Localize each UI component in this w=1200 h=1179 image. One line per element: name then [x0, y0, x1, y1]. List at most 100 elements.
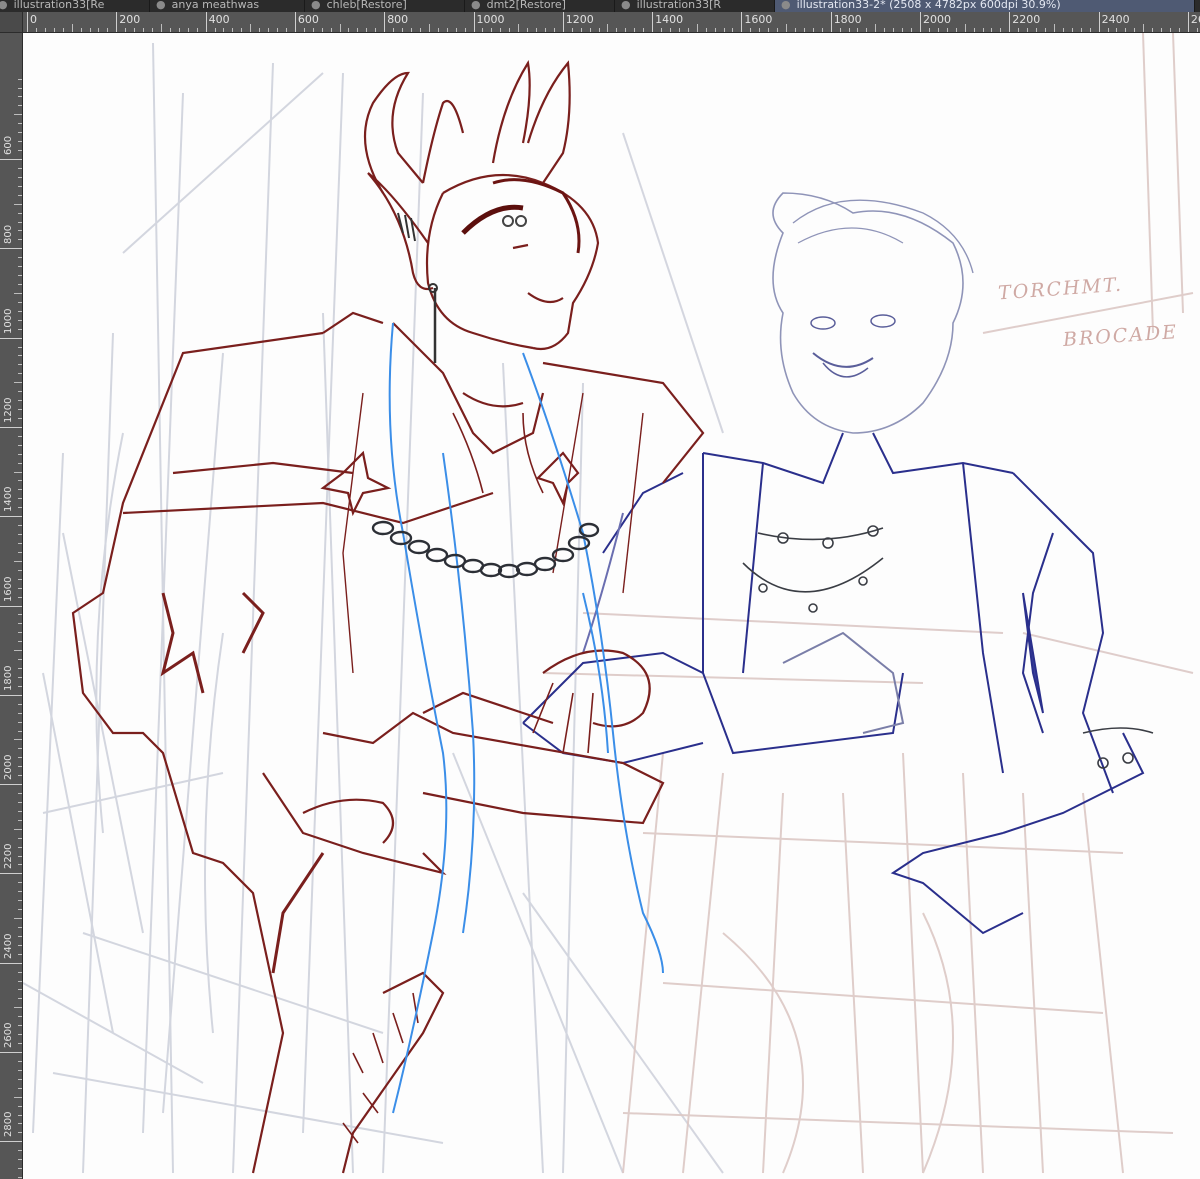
ruler-minor-tick	[402, 28, 404, 32]
ruler-minor-tick	[18, 1016, 22, 1018]
ruler-minor-tick	[866, 28, 868, 32]
ruler-tick	[116, 12, 118, 32]
document-tab-1[interactable]: ● anya meathwas	[150, 0, 305, 12]
ruler-minor-tick	[18, 221, 22, 223]
ruler-minor-tick	[18, 1132, 22, 1134]
ruler-minor-tick	[18, 569, 22, 571]
ruler-minor-tick	[1036, 28, 1038, 32]
ruler-minor-tick	[419, 28, 421, 32]
drawing-canvas[interactable]: TORCHMT. BROCADE	[23, 33, 1200, 1179]
ruler-minor-tick	[18, 703, 22, 705]
ruler-minor-tick	[89, 28, 91, 32]
ruler-minor-tick	[678, 28, 680, 32]
ruler-minor-tick	[464, 28, 466, 32]
ruler-label: 1000	[3, 308, 14, 334]
ruler-tick	[0, 605, 22, 607]
ruler-minor-tick	[125, 28, 127, 32]
ruler-tick	[0, 248, 22, 250]
ruler-minor-tick	[18, 1060, 22, 1062]
ruler-minor-tick	[18, 534, 22, 536]
ruler-minor-tick	[634, 28, 636, 32]
ruler-minor-tick	[1107, 28, 1109, 32]
ruler-minor-tick	[509, 28, 511, 32]
ruler-minor-tick	[71, 24, 73, 32]
ruler-minor-tick	[18, 1168, 22, 1170]
ruler-minor-tick	[455, 28, 457, 32]
ruler-label: 2800	[3, 1111, 14, 1138]
ruler-minor-tick	[661, 28, 663, 32]
tab-label: illustration33[Re	[13, 0, 105, 11]
ruler-minor-tick	[18, 730, 22, 732]
ruler-minor-tick	[911, 28, 913, 32]
ruler-tick	[1187, 12, 1189, 32]
ruler-minor-tick	[18, 78, 22, 80]
ruler-tick	[0, 516, 22, 518]
ruler-minor-tick	[18, 239, 22, 241]
ruler-minor-tick	[18, 953, 22, 955]
tab-label: anya meathwas	[171, 0, 260, 11]
ruler-tick	[0, 1052, 22, 1053]
pink-sketch-layer	[542, 33, 1194, 1174]
ruler-minor-tick	[18, 194, 22, 196]
tab-close-icon[interactable]: ●	[471, 0, 481, 11]
ruler-minor-tick	[14, 114, 22, 116]
ruler-minor-tick	[375, 28, 377, 32]
ruler-minor-tick	[18, 819, 22, 821]
document-tab-4[interactable]: ● illustration33[R	[615, 0, 775, 12]
document-tab-5[interactable]: ● illustration33-2* (2508 x 4782px 600dpi…	[775, 0, 1195, 12]
tab-close-icon[interactable]: ●	[311, 0, 321, 11]
ruler-minor-tick	[312, 28, 314, 32]
ruler-minor-tick	[14, 1007, 22, 1009]
ruler-minor-tick	[18, 864, 22, 866]
ruler-minor-tick	[18, 551, 22, 553]
ruler-minor-tick	[893, 28, 895, 32]
ruler-minor-tick	[1080, 28, 1082, 32]
tab-close-icon[interactable]: ●	[156, 0, 166, 11]
tab-close-icon[interactable]: ●	[621, 0, 631, 11]
ruler-minor-tick	[18, 230, 22, 232]
ruler-tick	[0, 1141, 22, 1143]
ruler-minor-tick	[14, 382, 22, 384]
ruler-minor-tick	[18, 409, 22, 411]
ruler-minor-tick	[18, 668, 22, 669]
ruler-minor-tick	[18, 150, 22, 152]
document-tab-2[interactable]: ● chleb[Restore]	[305, 0, 465, 12]
ruler-minor-tick	[259, 28, 261, 32]
ruler-minor-tick	[18, 346, 22, 348]
ruler-label: 2400	[3, 933, 14, 959]
ruler-label: 1200	[565, 13, 594, 26]
ruler-minor-tick	[14, 203, 22, 205]
ruler-minor-tick	[1196, 28, 1198, 32]
ruler-minor-tick	[18, 96, 22, 98]
ruler-minor-tick	[44, 28, 46, 32]
ruler-tick	[0, 873, 22, 875]
ruler-minor-tick	[18, 444, 22, 446]
ruler-minor-tick	[982, 28, 984, 32]
horizontal-ruler[interactable]: 0 200 400 600 800 1000 1200 1400 1600 1800 2000 220…	[23, 12, 1200, 33]
document-tab-0[interactable]: ● illustration33[Re	[0, 0, 150, 12]
ruler-minor-tick	[18, 989, 22, 991]
ruler-minor-tick	[18, 185, 22, 187]
ruler-minor-tick	[839, 28, 841, 32]
ruler-minor-tick	[241, 28, 243, 32]
ruler-label: 1200	[3, 397, 14, 423]
document-tab-3[interactable]: ● dmt2[Restore]	[465, 0, 615, 12]
ruler-minor-tick	[18, 498, 22, 500]
ruler-minor-tick	[196, 28, 198, 32]
ruler-minor-tick	[18, 1105, 22, 1107]
ruler-minor-tick	[1152, 28, 1154, 32]
vertical-ruler[interactable]: 600 800 1000 1200 1400 1600 1800 2000 2200 2400 26…	[0, 33, 23, 1179]
ruler-minor-tick	[18, 462, 22, 464]
ruler-label: 1600	[3, 576, 14, 602]
ruler-minor-tick	[857, 28, 859, 32]
ruler-minor-tick	[18, 212, 22, 214]
left-figure	[71, 59, 705, 1174]
ruler-minor-tick	[1143, 24, 1145, 32]
ruler-tick	[0, 426, 22, 428]
tab-label: chleb[Restore]	[326, 0, 407, 11]
tab-close-icon[interactable]: ●	[0, 0, 8, 11]
ruler-minor-tick	[18, 712, 22, 714]
ruler-minor-tick	[18, 721, 22, 723]
ruler-label: 1400	[3, 486, 14, 513]
tab-close-icon[interactable]: ●	[781, 0, 791, 11]
